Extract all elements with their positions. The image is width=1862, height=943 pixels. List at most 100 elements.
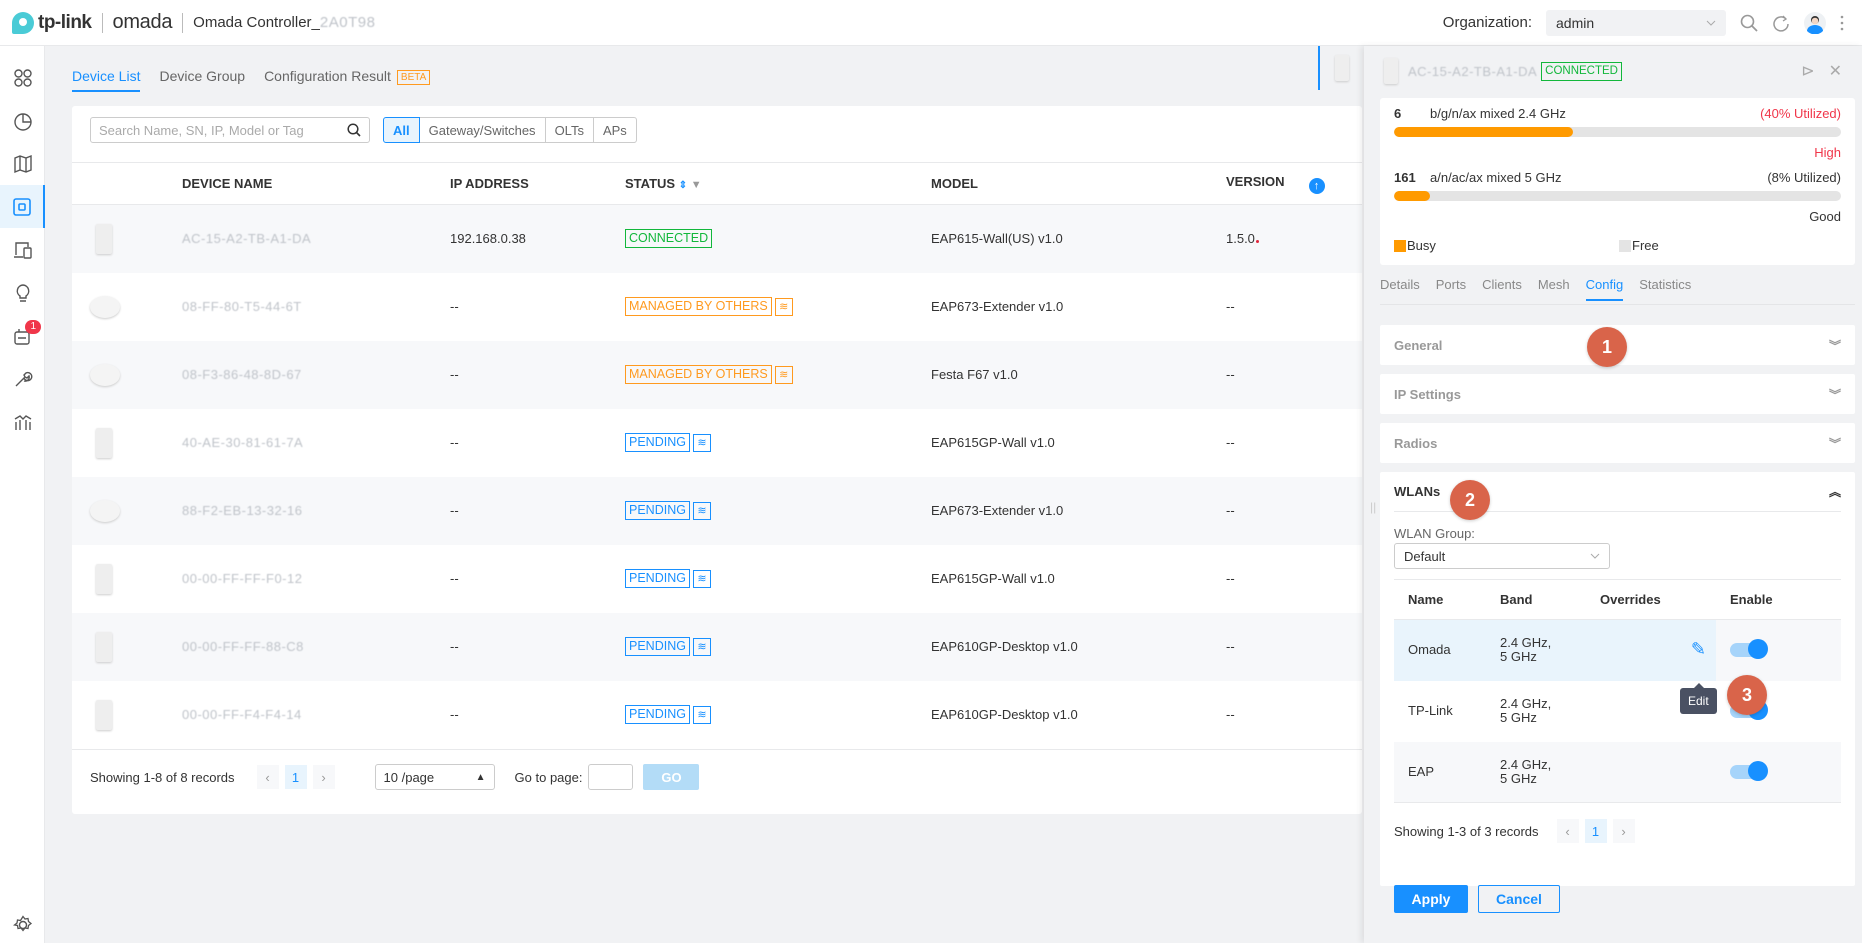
filter-icon[interactable]: ▼ [691,179,702,191]
sidebar-item-tools[interactable] [0,357,45,400]
device-name[interactable]: 00-00-FF-FF-88-C8 [182,639,304,654]
ip-address: -- [450,571,459,586]
device-list-card: Search Name, SN, IP, Model or Tag All Ga… [72,106,1362,814]
table-row[interactable]: 00-00-FF-FF-F0-12 -- PENDING ≋ EAP615GP-W… [72,545,1362,613]
tab-device-group[interactable]: Device Group [159,68,245,92]
utilization-text: (8% Utilized) [1767,170,1841,185]
enable-toggle[interactable] [1730,760,1768,781]
table-row[interactable]: 00-00-FF-F4-F4-14 -- PENDING ≋ EAP610GP-D… [72,681,1362,749]
column-status[interactable]: STATUS ⇕ ▼ [625,162,931,205]
column-device-name[interactable]: DEVICE NAME [182,162,450,205]
device-name[interactable]: 88-F2-EB-13-32-16 [182,503,303,518]
tab-configuration-result[interactable]: Configuration Result BETA [264,68,431,92]
beta-badge: BETA [396,70,431,85]
enable-toggle[interactable] [1730,639,1768,660]
sidebar-item-settings[interactable] [0,907,45,943]
device-detail-panel: AC-15-A2-TB-A1-DA CONNECTED ⊳ ✕ 6 b/g/n/a… [1364,46,1862,943]
device-name[interactable]: 08-FF-80-T5-44-6T [182,299,302,314]
tab-details[interactable]: Details [1380,277,1420,299]
organization-select[interactable]: admin [1546,9,1726,36]
cancel-button[interactable]: Cancel [1478,885,1560,913]
goto-page-input[interactable] [588,764,634,790]
statistics-icon [13,112,32,131]
records-summary: Showing 1-8 of 8 records [90,769,235,785]
close-icon[interactable]: ✕ [1829,61,1842,81]
more-icon[interactable] [1840,15,1844,31]
device-name[interactable]: 00-00-FF-FF-F0-12 [182,571,302,586]
collapse-icon: ︽ [1828,485,1841,499]
refresh-icon[interactable] [1772,14,1790,32]
apply-button[interactable]: Apply [1394,885,1468,913]
column-version[interactable]: VERSION ↑ [1226,162,1362,205]
panel-resize-handle[interactable]: || [1370,500,1376,514]
collapsed-device-tab[interactable] [1318,46,1364,90]
table-row[interactable]: 88-F2-EB-13-32-16 -- PENDING ≋ EAP673-Ext… [72,476,1362,545]
device-name[interactable]: 40-AE-30-81-61-7A [182,435,303,450]
tab-config[interactable]: Config [1585,277,1624,301]
device-table: DEVICE NAME IP ADDRESS STATUS ⇕ ▼ MODEL … [72,162,1362,749]
search-input[interactable]: Search Name, SN, IP, Model or Tag [90,117,370,143]
avatar[interactable] [1804,11,1826,34]
sidebar-item-insight[interactable] [0,271,45,314]
upgrade-icon[interactable]: ↑ [1308,177,1325,194]
prev-page-button[interactable]: ‹ [256,765,279,789]
sidebar-item-statistics[interactable] [0,99,45,142]
section-radios[interactable]: Radios ︾ [1380,423,1855,463]
tab-statistics[interactable]: Statistics [1639,277,1691,299]
tab-ports[interactable]: Ports [1436,277,1466,299]
page-1-button[interactable]: 1 [284,765,307,789]
wlan-row: EAP 2.4 GHz, 5 GHz [1394,741,1841,803]
table-row[interactable]: AC-15-A2-TB-A1-DA 192.168.0.38 CONNECTED… [72,204,1362,273]
sidebar-item-reports[interactable] [0,400,45,443]
table-row[interactable]: 08-F3-86-48-8D-67 -- MANAGED BY OTHERS ≋ … [72,340,1362,409]
filter-gateway-switches[interactable]: Gateway/Switches [418,117,546,143]
tab-clients[interactable]: Clients [1482,277,1522,299]
table-row[interactable]: 40-AE-30-81-61-7A -- PENDING ≋ EAP615GP-W… [72,409,1362,477]
next-page-button[interactable]: › [1612,819,1635,843]
column-model[interactable]: MODEL [931,162,1226,205]
sort-icon[interactable]: ⇕ [679,180,687,191]
filter-olts[interactable]: OLTs [544,117,594,143]
table-row[interactable]: 08-FF-80-T5-44-6T -- MANAGED BY OTHERS ≋ … [72,273,1362,341]
device-name[interactable]: 08-F3-86-48-8D-67 [182,367,302,382]
next-page-button[interactable]: › [312,765,335,789]
model: EAP615-Wall(US) v1.0 [931,204,1226,273]
table-row[interactable]: 00-00-FF-FF-88-C8 -- PENDING ≋ EAP610GP-D… [72,612,1362,681]
device-name[interactable]: 00-00-FF-F4-F4-14 [182,707,302,722]
edit-icon[interactable]: ✎ [1691,640,1706,658]
panel-tabs: Details Ports Clients Mesh Config Statis… [1380,277,1855,305]
wlan-group-select[interactable]: Default [1394,543,1610,569]
collapse-panel-icon[interactable]: ⊳ [1801,61,1814,81]
column-ip-address[interactable]: IP ADDRESS [450,162,625,205]
page-1-button[interactable]: 1 [1584,819,1607,843]
utilization-level: High [1814,145,1841,160]
tab-device-list[interactable]: Device List [72,68,141,92]
sidebar-item-map[interactable] [0,142,45,185]
goto-label: Go to page: [514,769,583,785]
sidebar: 1 [0,46,45,943]
sidebar-item-logs[interactable]: 1 [0,314,45,357]
prev-page-button[interactable]: ‹ [1556,819,1579,843]
expand-icon: ︾ [1828,387,1841,402]
expand-icon: ︾ [1828,338,1841,353]
device-image [96,699,112,730]
page-size-select[interactable]: 10 /page ▲ [374,764,495,790]
filter-aps[interactable]: APs [592,117,637,143]
section-ip-settings[interactable]: IP Settings ︾ [1380,374,1855,414]
logo[interactable]: tp-link omada Omada Controller_2A0T98 [12,0,375,46]
version: -- [1226,435,1235,450]
device-pagination: Showing 1-8 of 8 records ‹ 1 › 10 /page ▲… [72,748,1362,805]
utilization-legend: Busy Free [1394,238,1841,253]
filter-all[interactable]: All [383,117,420,143]
chevron-up-icon: ▲ [475,771,486,783]
tab-mesh[interactable]: Mesh [1538,277,1570,299]
status-badge: PENDING [625,637,690,656]
sidebar-item-devices[interactable] [0,185,45,228]
go-button[interactable]: GO [643,764,700,790]
sidebar-item-dashboard[interactable] [0,56,45,99]
search-icon[interactable] [1740,14,1758,32]
channel-number: 161 [1394,170,1416,185]
sidebar-item-clients[interactable] [0,228,45,271]
device-name[interactable]: AC-15-A2-TB-A1-DA [182,231,311,246]
ip-address: -- [450,476,625,545]
